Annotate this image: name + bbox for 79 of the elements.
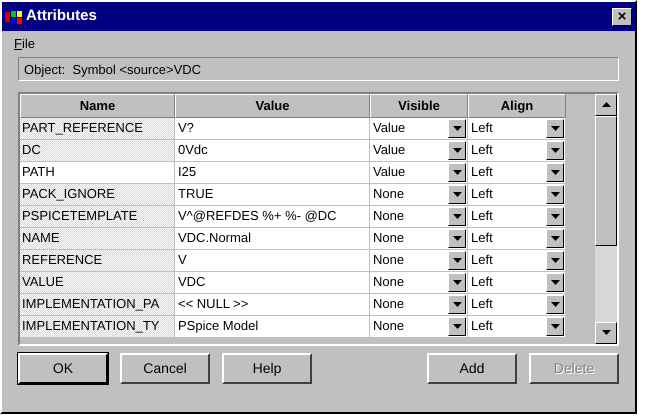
- dropdown-arrow-icon: [550, 236, 560, 240]
- app-icon: [5, 8, 23, 24]
- dropdown[interactable]: Left: [468, 118, 566, 140]
- value-cell[interactable]: V: [175, 250, 370, 272]
- column-header[interactable]: Visible: [370, 94, 468, 118]
- name-cell: IMPLEMENTATION_PA: [20, 294, 175, 316]
- dropdown-arrow-icon: [452, 258, 462, 262]
- dropdown[interactable]: None: [370, 228, 468, 250]
- dropdown-arrow-icon: [550, 126, 560, 130]
- dropdown-arrow-icon: [452, 324, 462, 328]
- dropdown-arrow-icon: [550, 302, 560, 306]
- dropdown-arrow-icon: [452, 192, 462, 196]
- dropdown-arrow-icon: [550, 214, 560, 218]
- dropdown[interactable]: Left: [468, 140, 566, 162]
- dropdown-arrow-icon: [452, 302, 462, 306]
- close-button[interactable]: ×: [612, 8, 632, 26]
- value-cell[interactable]: 0Vdc: [175, 140, 370, 162]
- dropdown-arrow-icon: [452, 236, 462, 240]
- column-header[interactable]: Align: [468, 94, 566, 118]
- dialog-button[interactable]: Cancel: [120, 352, 210, 384]
- value-cell[interactable]: VDC.Normal: [175, 228, 370, 250]
- name-cell: VALUE: [20, 272, 175, 294]
- dropdown[interactable]: None: [370, 184, 468, 206]
- name-cell: PART_REFERENCE: [20, 118, 175, 140]
- name-cell: IMPLEMENTATION_TY: [20, 316, 175, 338]
- name-cell: PSPICETEMPLATE: [20, 206, 175, 228]
- dropdown-arrow-icon: [452, 280, 462, 284]
- value-cell[interactable]: VDC: [175, 272, 370, 294]
- scroll-up-button[interactable]: [595, 94, 617, 116]
- scrollbar[interactable]: [595, 94, 617, 344]
- name-cell: NAME: [20, 228, 175, 250]
- dropdown[interactable]: Value: [370, 162, 468, 184]
- dropdown[interactable]: Left: [468, 294, 566, 316]
- name-cell: PATH: [20, 162, 175, 184]
- down-arrow-icon: [602, 330, 610, 335]
- value-cell[interactable]: I25: [175, 162, 370, 184]
- dropdown[interactable]: None: [370, 206, 468, 228]
- name-cell: PACK_IGNORE: [20, 184, 175, 206]
- dropdown[interactable]: Left: [468, 184, 566, 206]
- dropdown[interactable]: Left: [468, 316, 566, 338]
- dropdown-arrow-icon: [452, 148, 462, 152]
- scroll-thumb[interactable]: [595, 116, 617, 246]
- dropdown[interactable]: None: [370, 272, 468, 294]
- dropdown[interactable]: Left: [468, 206, 566, 228]
- column-header[interactable]: Value: [175, 94, 370, 118]
- value-cell[interactable]: PSpice Model: [175, 316, 370, 338]
- dialog-button[interactable]: Help: [222, 352, 312, 384]
- dropdown[interactable]: None: [370, 294, 468, 316]
- dropdown[interactable]: Value: [370, 118, 468, 140]
- dropdown[interactable]: None: [370, 316, 468, 338]
- dropdown-arrow-icon: [452, 214, 462, 218]
- window-title: Attributes: [26, 6, 98, 26]
- dropdown-arrow-icon: [550, 280, 560, 284]
- dropdown[interactable]: Value: [370, 140, 468, 162]
- value-cell[interactable]: TRUE: [175, 184, 370, 206]
- object-field[interactable]: Object: Symbol <source>VDC: [18, 57, 619, 81]
- name-cell: DC: [20, 140, 175, 162]
- value-cell[interactable]: V?: [175, 118, 370, 140]
- value-cell[interactable]: << NULL >>: [175, 294, 370, 316]
- column-header[interactable]: Name: [20, 94, 175, 118]
- value-cell[interactable]: V^@REFDES %+ %- @DC: [175, 206, 370, 228]
- dropdown-arrow-icon: [550, 170, 560, 174]
- name-cell: REFERENCE: [20, 250, 175, 272]
- dialog-button[interactable]: OK: [18, 352, 108, 384]
- dropdown-arrow-icon: [452, 126, 462, 130]
- up-arrow-icon: [602, 102, 610, 107]
- dropdown[interactable]: Left: [468, 272, 566, 294]
- dropdown-arrow-icon: [550, 192, 560, 196]
- dropdown-arrow-icon: [452, 170, 462, 174]
- dialog-button[interactable]: Add: [427, 352, 517, 384]
- dropdown[interactable]: Left: [468, 162, 566, 184]
- scroll-down-button[interactable]: [595, 322, 617, 344]
- dropdown-arrow-icon: [550, 324, 560, 328]
- dropdown[interactable]: Left: [468, 250, 566, 272]
- dropdown[interactable]: Left: [468, 228, 566, 250]
- menu-item[interactable]: File: [14, 34, 35, 54]
- dropdown-arrow-icon: [550, 148, 560, 152]
- dropdown-arrow-icon: [550, 258, 560, 262]
- dropdown[interactable]: None: [370, 250, 468, 272]
